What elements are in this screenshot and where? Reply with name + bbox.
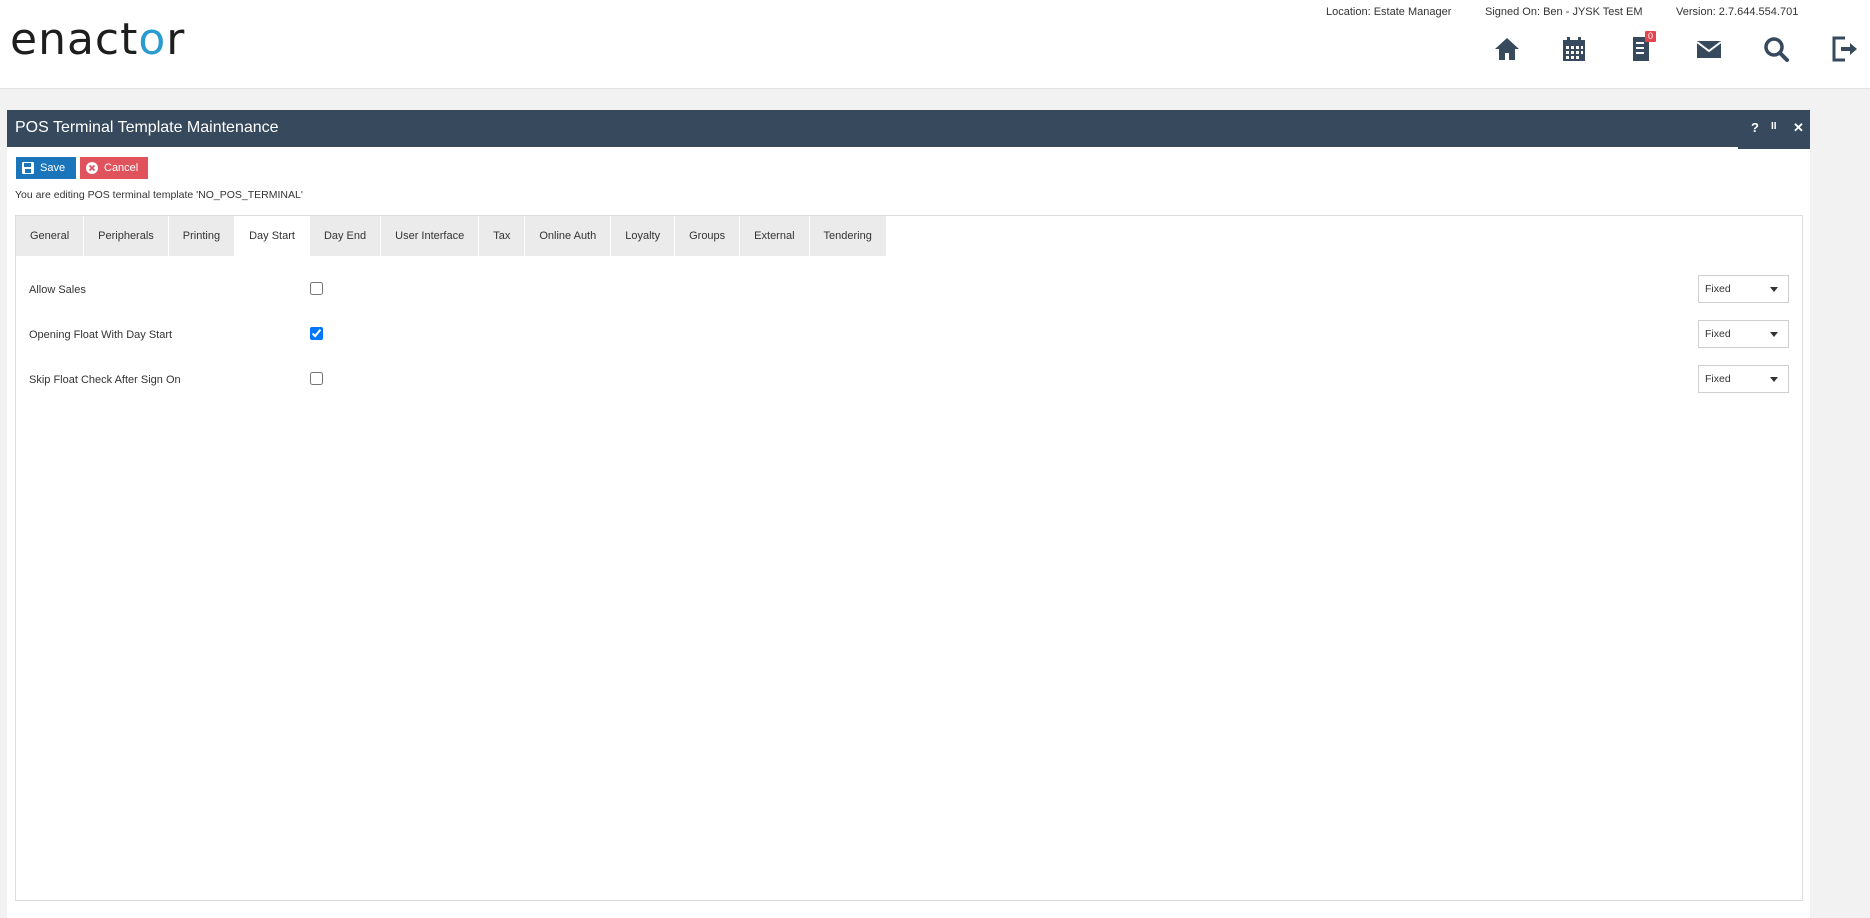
setting-label: Skip Float Check After Sign On bbox=[29, 374, 181, 386]
setting-row-skip-float-check: Skip Float Check After Sign On Fixed bbox=[16, 365, 1802, 395]
tab-user-interface[interactable]: User Interface bbox=[381, 216, 480, 256]
tab-external[interactable]: External bbox=[740, 216, 810, 256]
allow-sales-mode-select[interactable]: Fixed bbox=[1698, 275, 1789, 303]
window-title: POS Terminal Template Maintenance bbox=[15, 119, 279, 136]
tasks-icon[interactable]: 0 bbox=[1626, 31, 1656, 64]
tab-day-start[interactable]: Day Start bbox=[235, 216, 310, 256]
tab-loyalty[interactable]: Loyalty bbox=[611, 216, 676, 256]
save-button[interactable]: Save bbox=[16, 157, 76, 179]
pause-icon[interactable]: II bbox=[1771, 121, 1777, 132]
top-header: enactor Location: Estate Manager Signed … bbox=[0, 0, 1870, 89]
save-label: Save bbox=[40, 162, 66, 174]
setting-label: Allow Sales bbox=[29, 284, 86, 296]
tab-tax[interactable]: Tax bbox=[479, 216, 526, 256]
setting-row-opening-float: Opening Float With Day Start Fixed bbox=[16, 320, 1802, 350]
cancel-label: Cancel bbox=[104, 162, 139, 174]
caret-down-icon bbox=[1770, 377, 1778, 382]
close-icon[interactable]: ✕ bbox=[1793, 120, 1804, 136]
cancel-circle-icon bbox=[86, 162, 98, 174]
setting-row-allow-sales: Allow Sales Fixed bbox=[16, 275, 1802, 305]
window-title-bar: POS Terminal Template Maintenance ? II ✕ bbox=[7, 110, 1810, 147]
title-bar-accent bbox=[1738, 147, 1810, 149]
location-info: Location: Estate Manager bbox=[1326, 6, 1452, 18]
help-icon[interactable]: ? bbox=[1751, 120, 1759, 135]
tab-content-frame: General Peripherals Printing Day Start D… bbox=[15, 215, 1803, 901]
opening-float-checkbox[interactable] bbox=[310, 327, 323, 340]
calendar-icon[interactable] bbox=[1559, 34, 1589, 64]
tab-printing[interactable]: Printing bbox=[168, 216, 236, 256]
logo-text-suffix: r bbox=[166, 14, 186, 65]
mode-value: Fixed bbox=[1705, 328, 1731, 340]
logout-icon[interactable] bbox=[1830, 34, 1860, 64]
tab-online-auth[interactable]: Online Auth bbox=[525, 216, 612, 256]
mode-value: Fixed bbox=[1705, 283, 1731, 295]
mode-value: Fixed bbox=[1705, 373, 1731, 385]
skip-float-check-mode-select[interactable]: Fixed bbox=[1698, 365, 1789, 393]
logo-text-accent: o bbox=[138, 14, 167, 65]
tab-day-end[interactable]: Day End bbox=[309, 216, 382, 256]
cancel-button[interactable]: Cancel bbox=[80, 157, 148, 179]
caret-down-icon bbox=[1770, 287, 1778, 292]
skip-float-check-checkbox[interactable] bbox=[310, 372, 323, 385]
maintenance-panel: POS Terminal Template Maintenance ? II ✕… bbox=[7, 110, 1810, 918]
tab-general[interactable]: General bbox=[16, 216, 85, 256]
floppy-disk-icon bbox=[22, 162, 34, 174]
enactor-logo[interactable]: enactor bbox=[10, 18, 185, 62]
tasks-count-badge: 0 bbox=[1645, 31, 1656, 42]
setting-label: Opening Float With Day Start bbox=[29, 329, 173, 341]
editing-message: You are editing POS terminal template 'N… bbox=[15, 189, 303, 201]
logo-text-prefix: enact bbox=[10, 14, 139, 65]
allow-sales-checkbox[interactable] bbox=[310, 282, 323, 295]
mail-icon[interactable] bbox=[1694, 34, 1724, 64]
tab-peripherals[interactable]: Peripherals bbox=[84, 216, 169, 256]
search-icon[interactable] bbox=[1761, 34, 1791, 64]
opening-float-mode-select[interactable]: Fixed bbox=[1698, 320, 1789, 348]
version-info: Version: 2.7.644.554.701 bbox=[1676, 6, 1799, 18]
caret-down-icon bbox=[1770, 332, 1778, 337]
tab-bar: General Peripherals Printing Day Start D… bbox=[16, 216, 887, 256]
signed-on-info: Signed On: Ben - JYSK Test EM bbox=[1485, 6, 1643, 18]
home-icon[interactable] bbox=[1492, 34, 1522, 64]
tab-groups[interactable]: Groups bbox=[675, 216, 741, 256]
tab-tendering[interactable]: Tendering bbox=[809, 216, 887, 256]
